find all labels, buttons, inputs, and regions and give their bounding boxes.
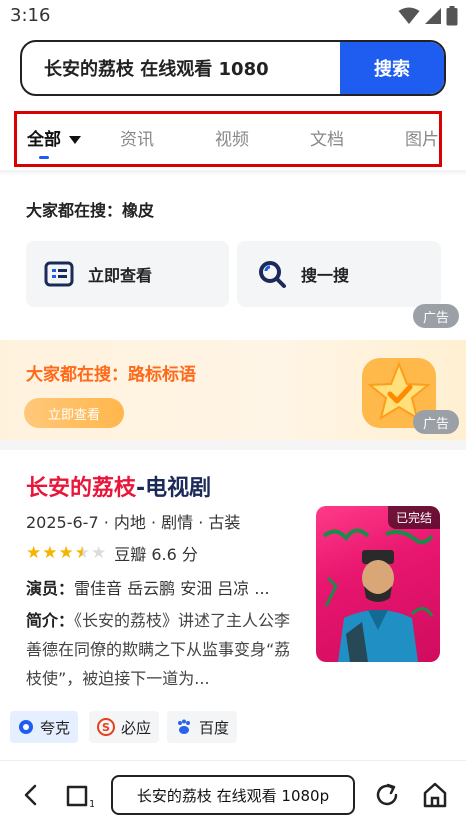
- result-meta: 2025-6-7 · 内地 · 剧情 · 古装: [26, 513, 241, 532]
- poster-figure-image: [322, 528, 434, 662]
- tab-windows-icon: 1: [66, 785, 94, 809]
- tab-all[interactable]: 全部: [27, 125, 81, 150]
- source-quark[interactable]: 夸克: [10, 711, 79, 743]
- svg-text:S: S: [102, 721, 110, 734]
- tab-video[interactable]: 视频: [215, 125, 249, 150]
- ad-banner[interactable]: 大家都在搜：路标标语 立即查看 广告: [0, 340, 466, 440]
- home-icon: [423, 782, 447, 808]
- tab-bar: 全部 资讯 视频 文档 图片: [14, 111, 442, 167]
- tab-docs[interactable]: 文档: [310, 125, 344, 150]
- source-bing-label: 必应: [121, 718, 152, 737]
- star-empty-icon: ★: [91, 543, 107, 563]
- banner-text: 大家都在搜：路标标语: [26, 365, 196, 385]
- rating-text: 豆瓣 6.6 分: [114, 545, 198, 564]
- refresh-button[interactable]: [370, 778, 404, 812]
- tab-divider: [0, 170, 466, 176]
- tab-active-indicator: [39, 156, 49, 159]
- star-icon: ★: [42, 543, 58, 563]
- result-poster[interactable]: 已完结: [316, 506, 440, 662]
- source-baidu[interactable]: 百度: [167, 711, 238, 743]
- search-bar: 长安的荔枝 在线观看 1080 搜索: [20, 40, 446, 96]
- signal-icon: [425, 8, 441, 24]
- bing-icon: S: [97, 718, 115, 736]
- result-title-highlight: 长安的荔枝: [26, 476, 137, 501]
- cast-label: 演员：: [26, 579, 75, 598]
- back-button[interactable]: [14, 778, 48, 812]
- refresh-icon: [376, 783, 398, 806]
- banner-ad-badge: 广告: [413, 410, 459, 434]
- source-quark-label: 夸克: [40, 718, 71, 737]
- banner-view-now-button[interactable]: 立即查看: [24, 398, 124, 428]
- quark-icon: [19, 720, 33, 734]
- star-icon: ★: [26, 543, 42, 563]
- search-input[interactable]: 长安的荔枝 在线观看 1080: [22, 42, 340, 94]
- view-now-button[interactable]: 立即查看: [26, 241, 229, 307]
- view-now-label: 立即查看: [88, 266, 153, 285]
- list-card-icon: [44, 261, 74, 287]
- search-again-button[interactable]: 搜一搜: [237, 241, 441, 307]
- result-cast: 演员：雷佳音 岳云鹏 安沺 吕凉 ...: [26, 575, 298, 599]
- tab-images[interactable]: 图片: [405, 125, 439, 150]
- tab-news[interactable]: 资讯: [120, 125, 154, 150]
- result-title-rest: -电视剧: [136, 476, 212, 501]
- chevron-left-icon: [24, 784, 37, 806]
- half-star-icon: ★: [74, 543, 90, 563]
- star-icon: ★: [58, 543, 74, 563]
- battery-icon: [446, 6, 458, 26]
- status-bar: 3:16: [0, 0, 466, 32]
- poster-status-badge: 已完结: [387, 506, 440, 529]
- cast-names: 雷佳音 岳云鹏 安沺 吕凉 ...: [74, 579, 270, 598]
- baidu-paw-icon: [178, 719, 190, 734]
- result-title[interactable]: 长安的荔枝-电视剧: [26, 470, 211, 502]
- wifi-icon: [398, 7, 420, 24]
- result-rating: ★ ★ ★ ★ ★ 豆瓣 6.6 分: [26, 541, 198, 565]
- svg-text:1: 1: [89, 799, 94, 809]
- intro-label: 简介：: [26, 611, 75, 630]
- search-again-label: 搜一搜: [301, 266, 350, 285]
- caret-down-icon: [69, 136, 81, 144]
- search-button[interactable]: 搜索: [340, 42, 444, 94]
- address-bar[interactable]: 长安的荔枝 在线观看 1080p: [111, 775, 355, 815]
- result-intro: 简介：《长安的荔枝》讲述了主人公李善德在同僚的欺瞒之下从监事变身“荔枝使”，被迫…: [26, 606, 302, 693]
- home-button[interactable]: [418, 778, 452, 812]
- screen: 3:16 长安的荔枝 在线观看 1080 搜索 全部 资讯 视频 文档 图片 大…: [0, 0, 466, 830]
- status-icons: [398, 6, 458, 26]
- section-divider: [0, 440, 466, 450]
- tab-all-label: 全部: [27, 130, 61, 150]
- status-time: 3:16: [10, 5, 51, 26]
- trending-title: 大家都在搜：橡皮: [26, 201, 155, 220]
- source-bing[interactable]: S 必应: [89, 711, 160, 743]
- source-baidu-label: 百度: [199, 718, 230, 737]
- tabs-button[interactable]: 1: [62, 778, 96, 812]
- ad-badge: 广告: [413, 304, 459, 328]
- rating-stars: ★ ★ ★ ★ ★: [26, 543, 106, 563]
- magnifier-icon: [259, 261, 286, 288]
- bottom-bar: 1 长安的荔枝 在线观看 1080p: [0, 760, 466, 830]
